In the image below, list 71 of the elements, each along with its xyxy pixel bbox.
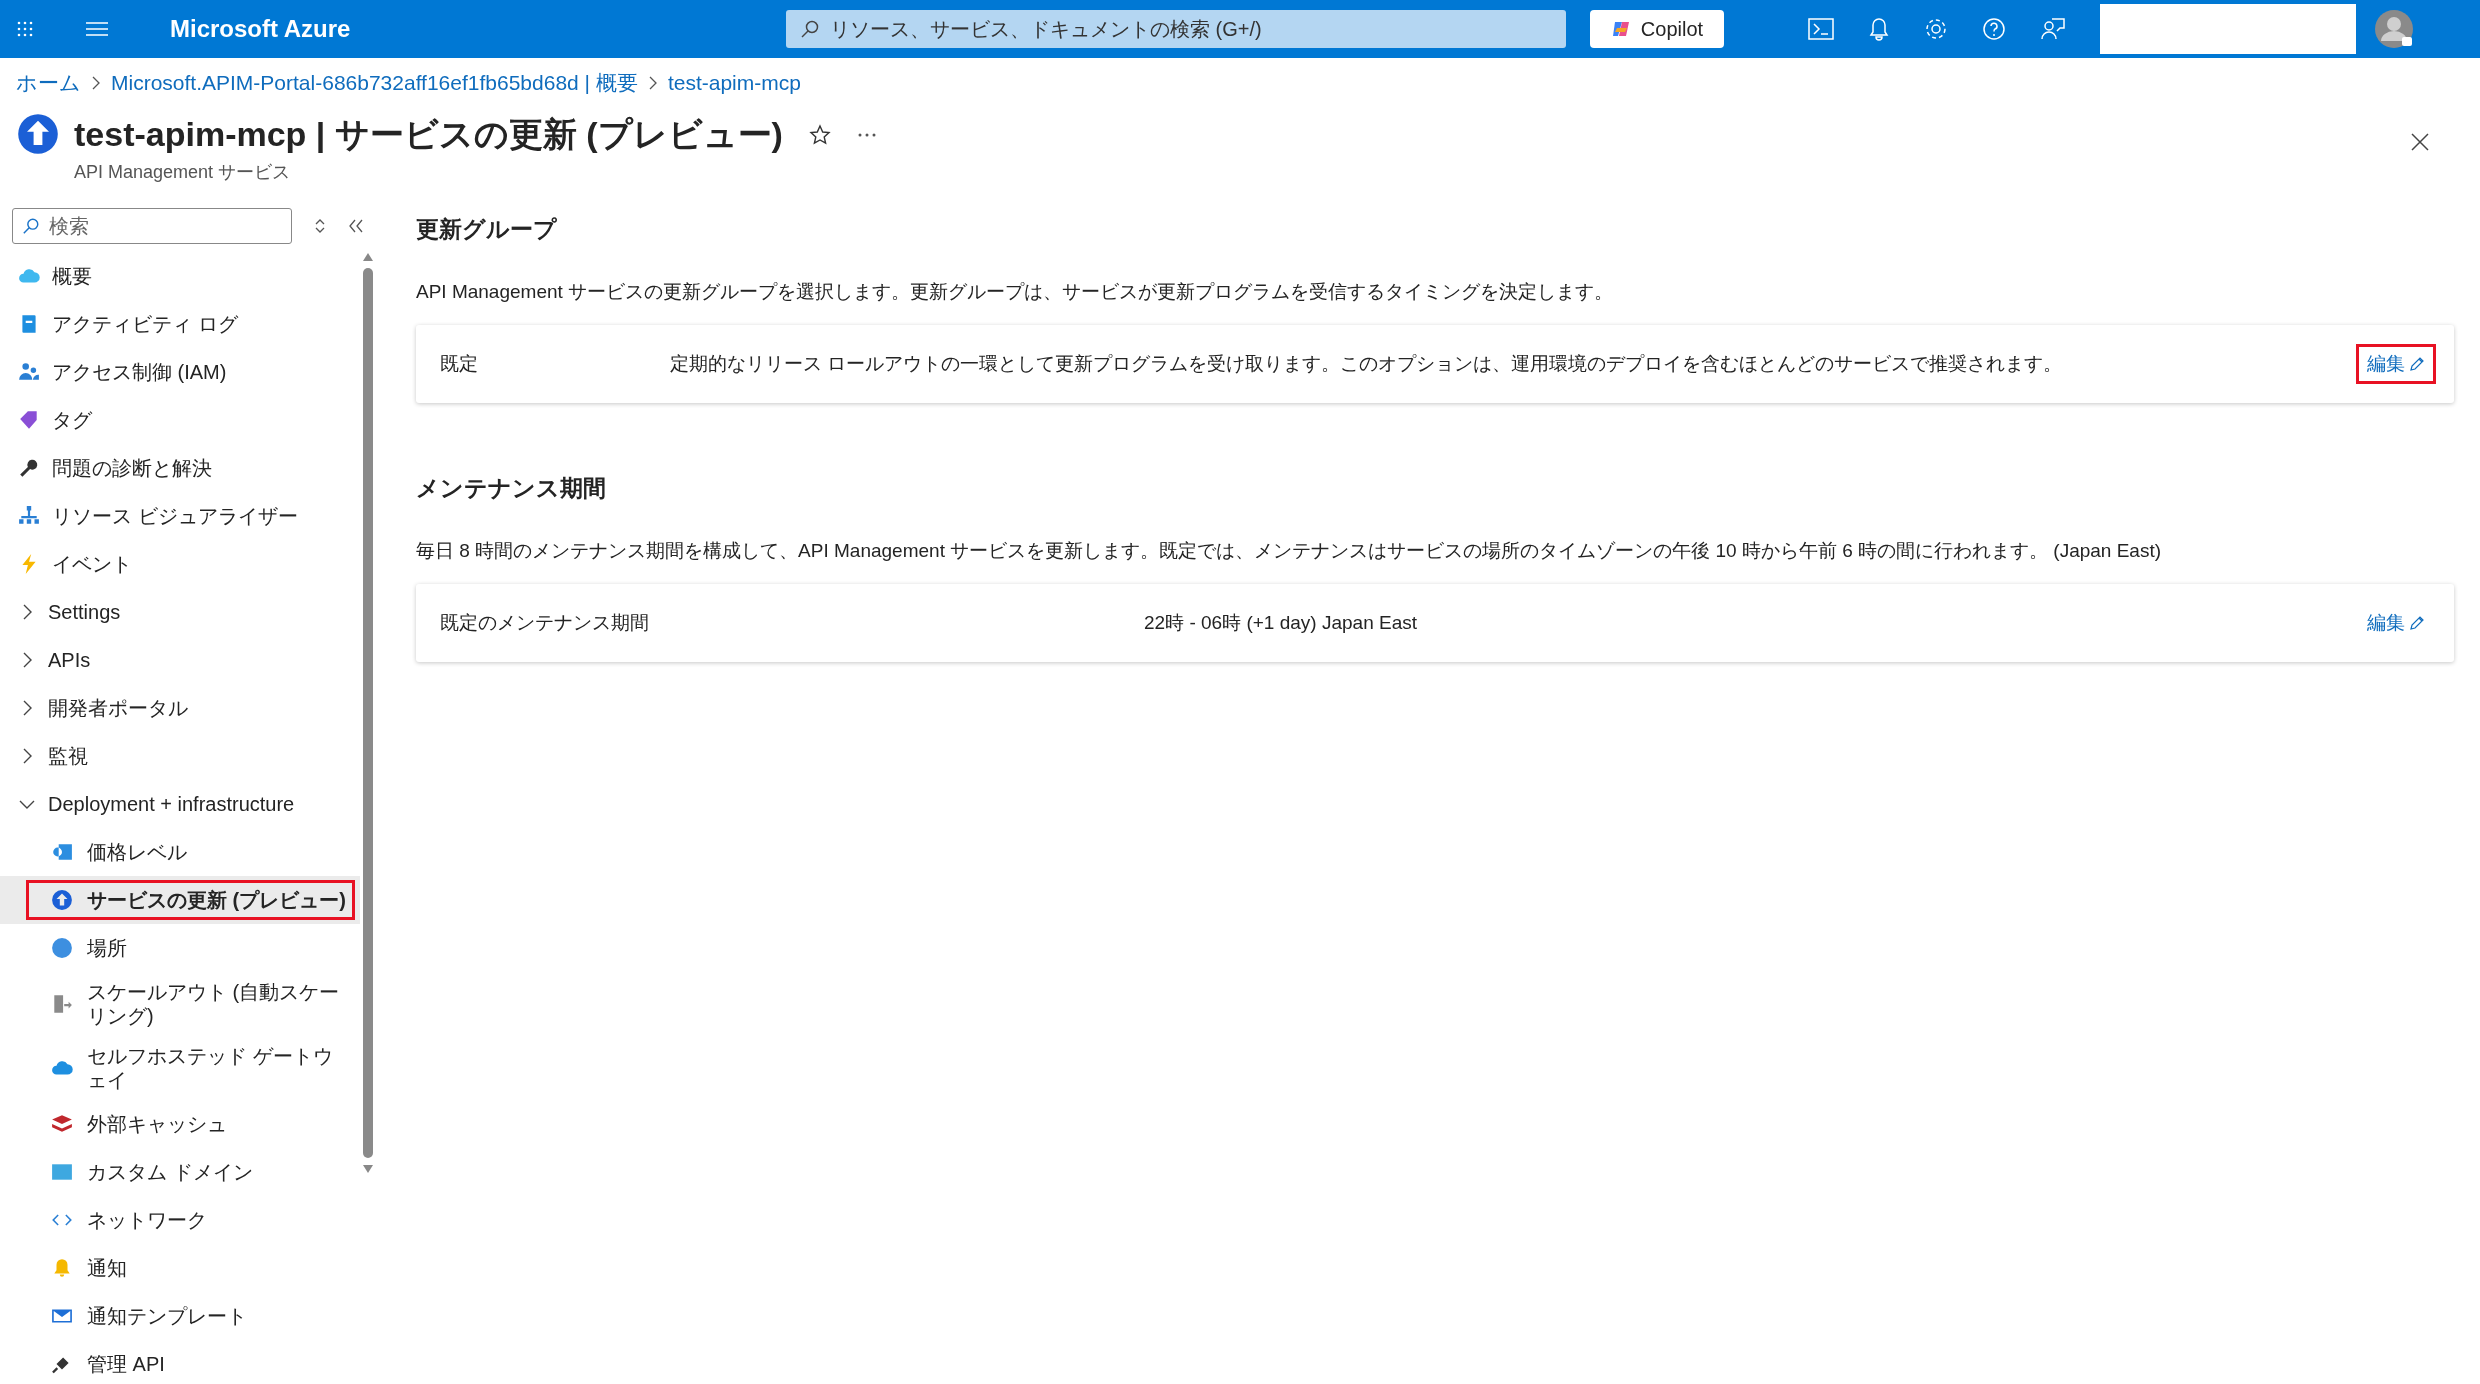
sidebar-item[interactable]: アクティビティ ログ bbox=[0, 300, 360, 348]
copilot-button[interactable]: Copilot bbox=[1590, 10, 1724, 48]
avatar-icon[interactable] bbox=[2374, 9, 2414, 49]
section-description: API Management サービスの更新グループを選択します。更新グループは、サービスが更新プログラムを受信するタイミングを決定します。 bbox=[416, 280, 1615, 304]
global-search-field[interactable]: リソース、サービス、ドキュメントの検索 (G+/) bbox=[786, 10, 1566, 48]
setting-value: 22時 - 06時 (+1 day) Japan East bbox=[1144, 611, 1418, 635]
bell-icon bbox=[51, 1257, 73, 1279]
search-icon bbox=[22, 217, 40, 235]
more-icon[interactable] bbox=[856, 132, 877, 138]
breadcrumb-link[interactable]: ホーム bbox=[16, 69, 81, 97]
sidebar-item[interactable]: リソース ビジュアライザー bbox=[0, 492, 360, 540]
app-launcher-icon[interactable] bbox=[16, 20, 34, 38]
sidebar-item[interactable]: 通知テンプレート bbox=[26, 1296, 322, 1336]
sidebar-group[interactable]: Deployment + infrastructure bbox=[0, 780, 360, 828]
server-icon bbox=[51, 993, 73, 1015]
upload-icon bbox=[51, 889, 73, 911]
sidebar-item[interactable]: ネットワーク bbox=[26, 1200, 322, 1240]
star-icon[interactable] bbox=[808, 124, 831, 146]
menu-search-field[interactable]: 検索 bbox=[12, 208, 292, 244]
search-icon bbox=[800, 19, 820, 39]
sidebar-group[interactable]: 開発者ポータル bbox=[0, 684, 360, 732]
sidebar-group[interactable]: APIs bbox=[0, 636, 360, 684]
sidebar-item[interactable]: 場所 bbox=[26, 928, 322, 968]
help-icon[interactable] bbox=[1982, 17, 2006, 41]
sidebar-item[interactable]: カスタム ドメイン bbox=[26, 1152, 322, 1192]
terminal-icon[interactable] bbox=[1808, 17, 1834, 41]
menu-icon[interactable] bbox=[86, 21, 108, 37]
people-icon bbox=[18, 361, 40, 383]
pencil-icon bbox=[2409, 356, 2425, 372]
sidebar-group[interactable]: Settings bbox=[0, 588, 360, 636]
sidebar-item[interactable]: 管理 API bbox=[26, 1344, 322, 1384]
page-subtitle: API Management サービス bbox=[74, 161, 292, 184]
sidebar-item[interactable]: 問題の診断と解決 bbox=[0, 444, 360, 492]
scroll-down-icon[interactable] bbox=[362, 1164, 374, 1174]
tag-icon bbox=[18, 409, 40, 431]
sidebar-item[interactable]: 価格レベル bbox=[26, 832, 322, 872]
upload-icon bbox=[16, 112, 60, 156]
bell-icon[interactable] bbox=[1868, 17, 1890, 41]
sidebar-group[interactable]: 監視 bbox=[0, 732, 360, 780]
sort-icon[interactable] bbox=[314, 217, 326, 235]
sidebar-item[interactable]: タグ bbox=[0, 396, 360, 444]
breadcrumb-link[interactable]: Microsoft.APIM-Portal-686b732aff16ef1fb65bd68d | 概要 bbox=[111, 69, 638, 97]
brand-title[interactable]: Microsoft Azure bbox=[170, 15, 786, 43]
section-heading: 更新グループ bbox=[416, 215, 558, 244]
scrollbar-thumb[interactable] bbox=[363, 268, 373, 1158]
sidebar-item[interactable]: 概要 bbox=[0, 252, 360, 300]
setting-label: 既定 bbox=[440, 352, 479, 376]
sidebar-item[interactable]: イベント bbox=[0, 540, 360, 588]
sidebar-item[interactable]: アクセス制御 (IAM) bbox=[0, 348, 360, 396]
breadcrumb-link[interactable]: test-apim-mcp bbox=[667, 71, 801, 95]
page-title: test-apim-mcp | サービスの更新 (プレビュー) bbox=[74, 114, 783, 155]
scroll-up-icon[interactable] bbox=[362, 252, 374, 262]
feedback-icon[interactable] bbox=[2040, 17, 2066, 41]
sidebar-item[interactable]: スケールアウト (自動スケーリング) bbox=[26, 972, 358, 1036]
sidebar-item[interactable]: 外部キャッシュ bbox=[26, 1104, 322, 1144]
section-heading: メンテナンス期間 bbox=[416, 474, 607, 503]
sidebar-item[interactable]: セルフホステッド ゲートウェイ bbox=[26, 1036, 358, 1100]
sidebar-item[interactable]: 通知 bbox=[26, 1248, 322, 1288]
setting-label: 既定のメンテナンス期間 bbox=[440, 611, 650, 635]
section-description: 毎日 8 時間のメンテナンス期間を構成して、API Management サービスを更新します。既定では、メンテナンスはサービスの場所のタイムゾーンの午後 10 時から午前 6 時の間に行われます。 (Japan East) bbox=[416, 539, 2163, 563]
chevron-right-icon bbox=[647, 76, 658, 90]
settings-icon[interactable] bbox=[1924, 17, 1948, 41]
collapse-icon[interactable] bbox=[348, 219, 364, 233]
edit-link[interactable]: 編集 bbox=[2356, 603, 2436, 643]
edit-link[interactable]: 編集 bbox=[2356, 344, 2436, 384]
chevron-right-icon bbox=[91, 76, 101, 90]
pencil-icon bbox=[2409, 615, 2425, 631]
network-icon bbox=[18, 505, 40, 527]
close-icon[interactable] bbox=[2410, 132, 2430, 152]
setting-value: 定期的なリリース ロールアウトの一環として更新プログラムを受け取ります。このオプションは、運用環境のデプロイを含むほとんどのサービスで推奨されます。 bbox=[670, 352, 2064, 376]
sidebar-item[interactable]: サービスの更新 (プレビュー) bbox=[26, 880, 355, 920]
